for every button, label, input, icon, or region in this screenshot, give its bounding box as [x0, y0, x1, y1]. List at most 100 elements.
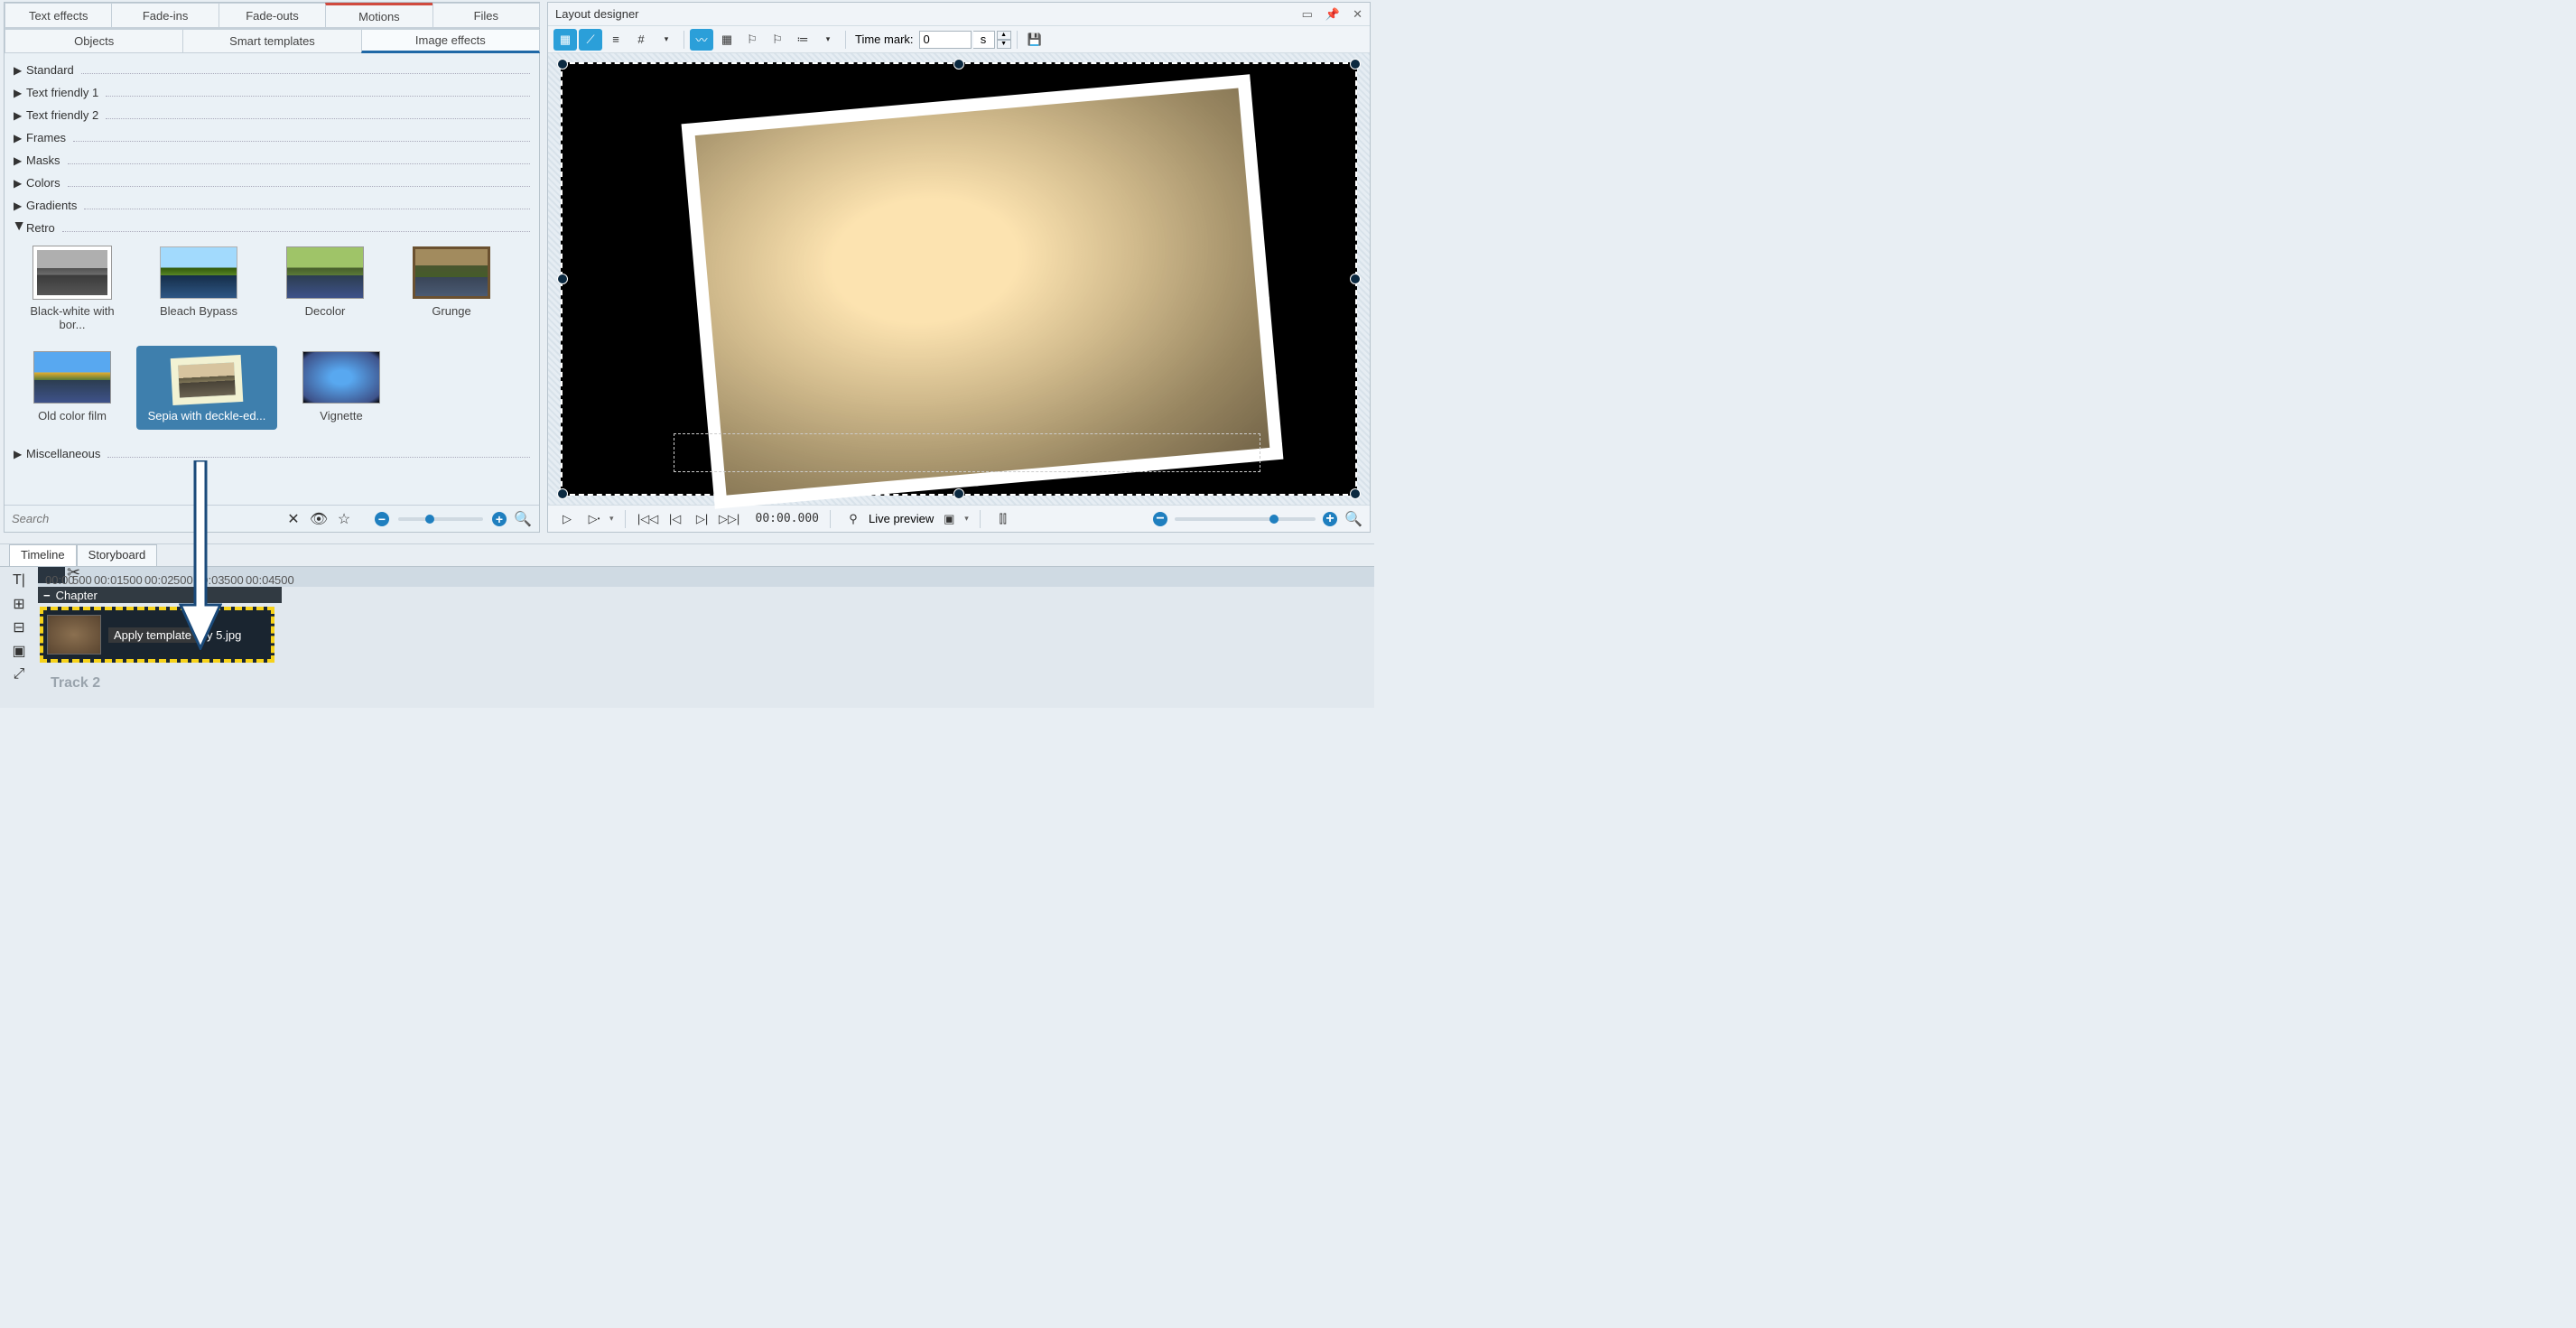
- effect-label: Grunge: [432, 304, 470, 318]
- preview-dropdown[interactable]: ▾: [964, 514, 969, 524]
- category-label: Text friendly 2: [26, 108, 98, 122]
- effect-bleach-bypass[interactable]: Bleach Bypass: [145, 246, 252, 331]
- tab-motions[interactable]: Motions: [325, 3, 432, 28]
- flag-prev-button[interactable]: ⚐: [766, 29, 789, 51]
- category-standard[interactable]: ▶Standard: [14, 59, 530, 81]
- zoom-out-canvas-button[interactable]: −: [1153, 512, 1167, 526]
- zoom-fit-canvas-icon[interactable]: 🔍: [1344, 510, 1362, 528]
- effect-thumbnail: [33, 351, 111, 404]
- zoom-in-canvas-button[interactable]: +: [1323, 512, 1337, 526]
- time-mark-input[interactable]: [919, 31, 972, 49]
- resize-handle-sw[interactable]: [557, 488, 568, 499]
- tool-expand-button[interactable]: ⤢: [4, 664, 34, 684]
- tab-smart-templates[interactable]: Smart templates: [182, 29, 361, 53]
- tab-text-effects[interactable]: Text effects: [5, 3, 112, 28]
- play-dropdown[interactable]: ▾: [609, 514, 614, 524]
- category-label: Colors: [26, 176, 60, 190]
- preview-mode-button[interactable]: ▣: [937, 508, 961, 530]
- zoom-in-button[interactable]: +: [492, 512, 507, 526]
- close-icon[interactable]: ✕: [1353, 7, 1362, 22]
- ruler-tick: 00:03: [195, 573, 225, 587]
- keyframe-dropdown[interactable]: ▾: [816, 29, 840, 51]
- resize-handle-e[interactable]: [1350, 274, 1361, 284]
- live-preview-label: Live preview: [869, 512, 934, 525]
- prev-frame-button[interactable]: |◁: [664, 508, 687, 530]
- tab-storyboard[interactable]: Storyboard: [77, 544, 158, 566]
- star-icon[interactable]: ☆: [335, 510, 353, 528]
- tool-crop-button[interactable]: ▣: [4, 641, 34, 661]
- resize-handle-n[interactable]: [953, 59, 964, 70]
- maximize-icon[interactable]: ▭: [1302, 7, 1313, 22]
- category-gradients[interactable]: ▶Gradients: [14, 194, 530, 217]
- histogram-button[interactable]: ⫿⫿: [991, 508, 1015, 530]
- tab-image-effects[interactable]: Image effects: [361, 29, 540, 53]
- selection-overlay[interactable]: [674, 433, 1260, 472]
- timeline-ruler[interactable]: ✂ 00:00 500 00:01 500 00:02 500 00:03 50…: [38, 567, 1374, 587]
- category-text-friendly-2[interactable]: ▶Text friendly 2: [14, 104, 530, 126]
- tool-text-button[interactable]: T|: [4, 571, 34, 590]
- effect-label: Vignette: [320, 409, 362, 423]
- canvas-zoom-slider[interactable]: [1175, 517, 1316, 521]
- time-mark-spinner[interactable]: ▲▼: [997, 31, 1011, 49]
- effect-black-white-border[interactable]: Black-white with bor...: [19, 246, 126, 331]
- play-from-button[interactable]: ▷•: [582, 508, 606, 530]
- grid-tool-button[interactable]: #: [629, 29, 653, 51]
- canvas-area[interactable]: [548, 53, 1370, 505]
- flag-next-button[interactable]: ⚐: [740, 29, 764, 51]
- category-miscellaneous[interactable]: ▶Miscellaneous: [14, 442, 530, 465]
- category-colors[interactable]: ▶Colors: [14, 172, 530, 194]
- effect-grunge[interactable]: Grunge: [398, 246, 505, 331]
- curve-tool-button[interactable]: ⟋: [579, 29, 602, 51]
- tool-group-button[interactable]: ⊞: [4, 594, 34, 614]
- resize-handle-ne[interactable]: [1350, 59, 1361, 70]
- effect-vignette[interactable]: Vignette: [288, 351, 395, 430]
- eye-icon[interactable]: 👁: [310, 510, 328, 528]
- keyframe-list-button[interactable]: ≔: [791, 29, 814, 51]
- zoom-out-button[interactable]: −: [375, 512, 389, 526]
- tab-files[interactable]: Files: [432, 3, 540, 28]
- category-retro[interactable]: ▶Retro: [14, 217, 530, 239]
- category-masks[interactable]: ▶Masks: [14, 149, 530, 172]
- effect-sepia-deckle-edge[interactable]: Sepia with deckle-ed...: [136, 346, 277, 430]
- goto-end-button[interactable]: ▷▷|: [718, 508, 741, 530]
- search-input[interactable]: [12, 512, 277, 525]
- tab-objects[interactable]: Objects: [5, 29, 183, 53]
- timeline-clip[interactable]: Apply template nily 5.jpg: [40, 607, 274, 663]
- ruler-tick: 500: [224, 573, 244, 587]
- timeline-main[interactable]: ✂ 00:00 500 00:01 500 00:02 500 00:03 50…: [38, 567, 1374, 708]
- next-frame-button[interactable]: ▷|: [691, 508, 714, 530]
- goto-start-button[interactable]: |◁◁: [637, 508, 660, 530]
- effect-old-color-film[interactable]: Old color film: [19, 351, 126, 430]
- effects-list[interactable]: ▶Standard ▶Text friendly 1 ▶Text friendl…: [5, 53, 539, 505]
- pin-icon[interactable]: 📌: [1325, 7, 1340, 22]
- path-add-button[interactable]: 〰: [690, 29, 713, 51]
- category-text-friendly-1[interactable]: ▶Text friendly 1: [14, 81, 530, 104]
- resize-handle-se[interactable]: [1350, 488, 1361, 499]
- save-button[interactable]: 💾: [1023, 29, 1046, 51]
- retro-thumbnails: Black-white with bor... Bleach Bypass De…: [14, 239, 530, 442]
- resize-handle-nw[interactable]: [557, 59, 568, 70]
- category-frames[interactable]: ▶Frames: [14, 126, 530, 149]
- tab-fade-ins[interactable]: Fade-ins: [111, 3, 219, 28]
- live-preview-icon[interactable]: ⚲: [842, 508, 865, 530]
- clear-search-icon[interactable]: ✕: [284, 510, 302, 528]
- ruler-tick: 00:02: [144, 573, 174, 587]
- thumbnail-size-slider[interactable]: [398, 517, 483, 521]
- canvas[interactable]: [561, 62, 1357, 496]
- zoom-fit-icon[interactable]: 🔍: [514, 510, 532, 528]
- chapter-bar[interactable]: − Chapter: [38, 587, 282, 603]
- time-counter: 00:00.000: [756, 512, 819, 525]
- play-button[interactable]: ▷: [555, 508, 579, 530]
- effect-decolor[interactable]: Decolor: [272, 246, 378, 331]
- list-tool-button[interactable]: ≡: [604, 29, 628, 51]
- selection-tool-button[interactable]: ▦: [553, 29, 577, 51]
- ruler-tick: 500: [123, 573, 143, 587]
- tab-fade-outs[interactable]: Fade-outs: [219, 3, 326, 28]
- tool-link-button[interactable]: ⊟: [4, 618, 34, 637]
- apply-template-tooltip: Apply template: [108, 627, 197, 643]
- resize-handle-s[interactable]: [953, 488, 964, 499]
- top-tab-row: Text effects Fade-ins Fade-outs Motions …: [5, 3, 539, 28]
- grid-options-dropdown[interactable]: ▾: [655, 29, 678, 51]
- grid-snap-button[interactable]: ▦: [715, 29, 739, 51]
- resize-handle-w[interactable]: [557, 274, 568, 284]
